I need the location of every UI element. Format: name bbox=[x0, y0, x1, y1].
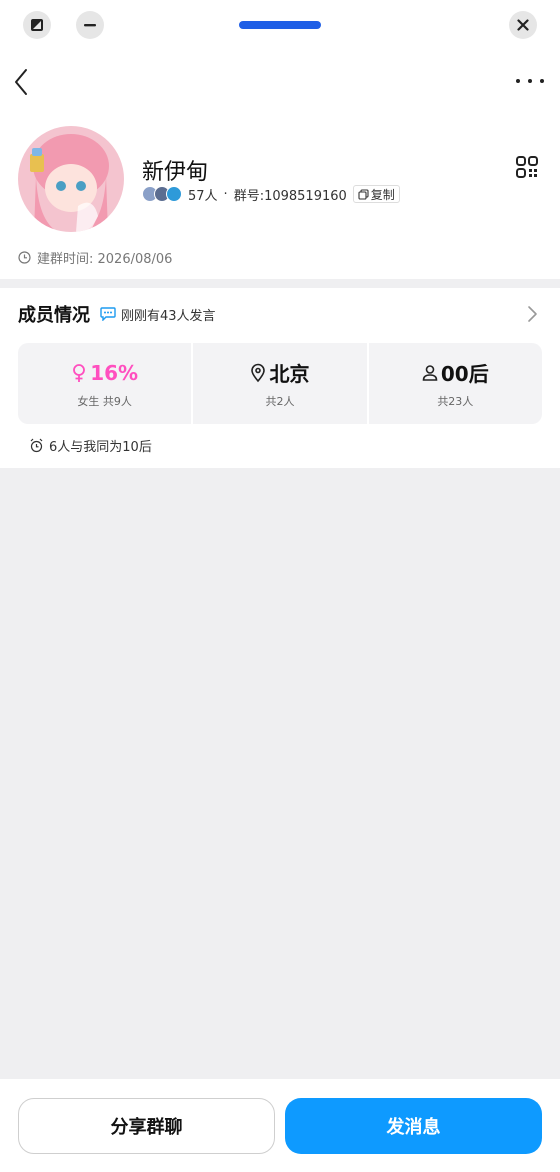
stat-gender[interactable]: 16% 女生 共9人 bbox=[18, 343, 191, 424]
alarm-clock-icon bbox=[30, 438, 43, 453]
age-note: 6人与我同为10后 bbox=[30, 436, 152, 455]
send-message-button[interactable]: 发消息 bbox=[285, 1098, 542, 1154]
stat-location-sub: 共2人 bbox=[265, 394, 295, 408]
more-dots-icon[interactable] bbox=[516, 76, 544, 86]
drag-handle[interactable] bbox=[239, 21, 321, 29]
stat-gender-sub: 女生 共9人 bbox=[77, 394, 132, 408]
copy-label: 复制 bbox=[370, 187, 395, 202]
group-number: 群号:1098519160 bbox=[233, 188, 347, 204]
members-header[interactable]: 成员情况 刚刚有43人发言 bbox=[18, 302, 216, 326]
split-screen-icon[interactable] bbox=[23, 11, 51, 39]
group-avatar[interactable] bbox=[18, 126, 124, 232]
recent-activity: 刚刚有43人发言 bbox=[121, 308, 216, 324]
stat-age[interactable]: 00后 共23人 bbox=[366, 343, 542, 424]
stat-age-sub: 共23人 bbox=[437, 394, 474, 408]
copy-button[interactable]: 复制 bbox=[352, 185, 400, 203]
stat-location[interactable]: 北京 共2人 bbox=[191, 343, 366, 424]
age-note-text: 6人与我同为10后 bbox=[49, 440, 152, 455]
created-text: 建群时间: 2026/08/06 bbox=[37, 252, 173, 267]
clock-icon bbox=[18, 251, 31, 264]
person-icon bbox=[422, 364, 438, 381]
meta-separator: · bbox=[223, 186, 228, 202]
qr-code-icon[interactable] bbox=[516, 156, 538, 178]
group-meta: 57人 · 群号:1098519160 复制 bbox=[142, 184, 400, 204]
member-stats: 16% 女生 共9人 北京 共2人 00后 共23人 bbox=[18, 343, 542, 424]
close-icon[interactable] bbox=[509, 11, 537, 39]
stat-gender-value: 16% bbox=[90, 360, 139, 385]
group-name: 新伊甸 bbox=[142, 160, 209, 185]
group-profile: 新伊甸 57人 · 群号:1098519160 复制 建群时间: 2026/08… bbox=[0, 114, 560, 279]
female-icon bbox=[73, 363, 86, 382]
location-icon bbox=[251, 363, 266, 382]
share-group-button[interactable]: 分享群聊 bbox=[18, 1098, 275, 1154]
bottom-action-bar: 分享群聊 发消息 bbox=[0, 1079, 560, 1172]
created-date: 建群时间: 2026/08/06 bbox=[18, 248, 172, 267]
stat-location-value: 北京 bbox=[269, 362, 310, 386]
members-title: 成员情况 bbox=[18, 305, 90, 326]
member-count[interactable]: 57人 bbox=[188, 185, 218, 204]
window-bar bbox=[0, 0, 560, 50]
nav-bar bbox=[0, 50, 560, 114]
stat-age-value: 00后 bbox=[440, 362, 489, 386]
back-arrow-icon[interactable] bbox=[8, 64, 36, 100]
copy-icon bbox=[358, 188, 369, 200]
stat-gender-main: 16% bbox=[71, 359, 138, 387]
stat-location-main: 北京 bbox=[250, 359, 309, 387]
chat-bubble-icon bbox=[100, 307, 116, 321]
chevron-right-icon[interactable] bbox=[526, 305, 538, 323]
minimize-icon[interactable] bbox=[76, 11, 104, 39]
member-avatars[interactable] bbox=[142, 186, 182, 202]
stat-age-main: 00后 bbox=[422, 359, 489, 387]
members-section: 成员情况 刚刚有43人发言 16% 女生 共9人 北京 共2人 00后 共23人… bbox=[0, 288, 560, 468]
